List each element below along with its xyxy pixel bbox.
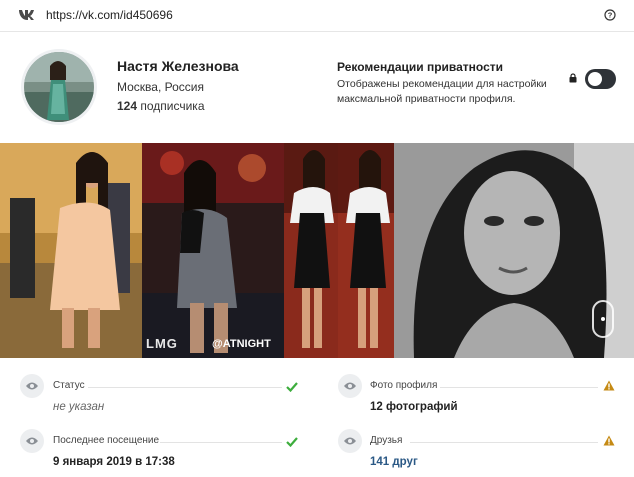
info-friends-divider: [410, 442, 598, 443]
eye-icon: [20, 374, 44, 398]
privacy-recommendations-title: Рекомендации приватности: [337, 60, 504, 74]
info-status-value: не указан: [53, 401, 105, 413]
svg-text:?: ?: [608, 11, 613, 20]
warning-icon: [603, 435, 615, 446]
vk-logo-icon[interactable]: [18, 9, 36, 21]
photo-4[interactable]: [338, 143, 394, 358]
check-icon: [286, 437, 298, 447]
warning-icon: [603, 380, 615, 391]
info-status-label: Статус: [53, 380, 85, 391]
photo-3[interactable]: [284, 143, 338, 358]
check-icon: [286, 382, 298, 392]
followers-count[interactable]: 124 подписчика: [117, 99, 205, 113]
info-profile-photo-label: Фото профиля: [370, 380, 438, 391]
url-text[interactable]: https://vk.com/id450696: [46, 8, 173, 22]
privacy-recommendations-toggle[interactable]: [585, 69, 616, 89]
lock-icon: [569, 73, 577, 83]
info-last-seen-value: 9 января 2019 в 17:38: [53, 456, 175, 468]
info-profile-photo-value[interactable]: 12 фотографий: [370, 401, 458, 413]
help-icon[interactable]: ?: [604, 9, 616, 21]
photo-watermark-atnight: @ATNIGHT: [212, 338, 271, 350]
followers-number: 124: [117, 99, 138, 113]
photo-1[interactable]: [0, 143, 142, 358]
avatar-image: [24, 52, 94, 122]
toggle-knob: [588, 72, 602, 86]
photo-watermark-lmg: LMG: [146, 336, 178, 351]
followers-label: подписчика: [140, 99, 205, 113]
info-last-seen-divider: [160, 442, 282, 443]
url-bar: https://vk.com/id450696 ?: [0, 0, 634, 32]
info-friends-label: Друзья: [370, 435, 403, 446]
profile-name[interactable]: Настя Железнова: [117, 58, 239, 74]
info-last-seen-label: Последнее посещение: [53, 435, 160, 446]
info-profile-photo-divider: [440, 387, 598, 388]
photo-strip: LMG @ATNIGHT: [0, 143, 634, 358]
scroll-handle-dot: [601, 317, 605, 321]
eye-icon: [20, 429, 44, 453]
eye-icon: [338, 429, 362, 453]
photo-2[interactable]: LMG @ATNIGHT: [142, 143, 284, 358]
gallery-scroll-handle[interactable]: [592, 300, 614, 338]
privacy-recommendations-description: Отображены рекомендации для настройки ма…: [337, 78, 547, 105]
eye-icon: [338, 374, 362, 398]
info-status-divider: [88, 387, 282, 388]
profile-location: Москва, Россия: [117, 80, 204, 94]
info-friends-value[interactable]: 141 друг: [370, 456, 418, 468]
avatar[interactable]: [21, 49, 97, 125]
